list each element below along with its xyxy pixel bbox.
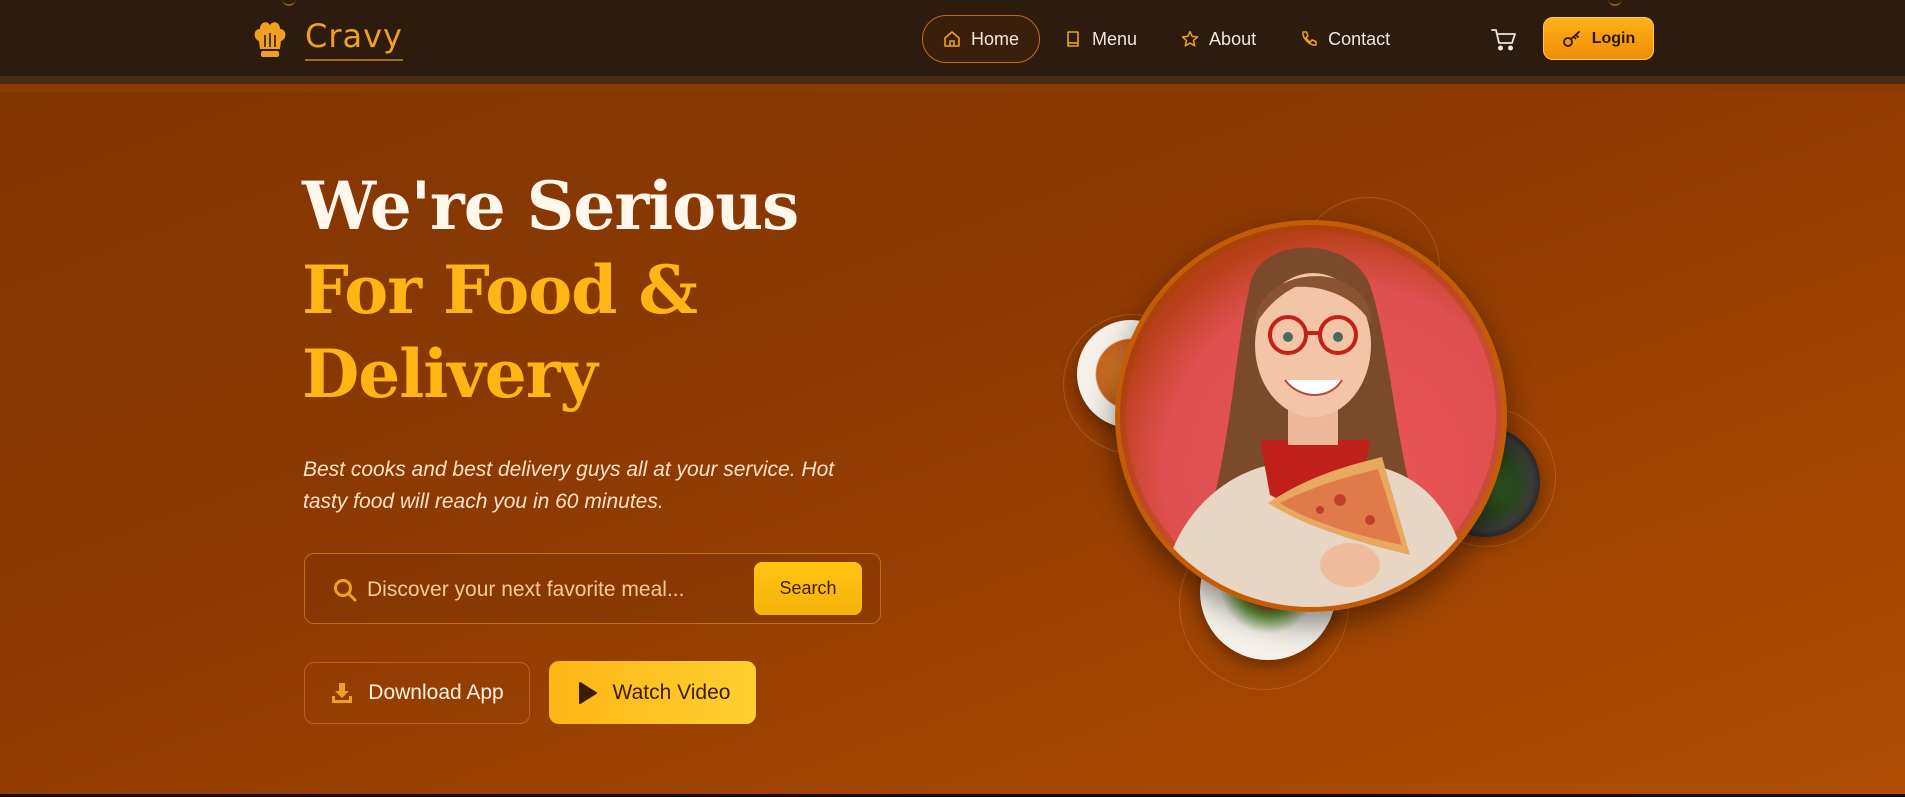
brand-name: Cravy — [305, 17, 403, 61]
nav-item-about[interactable]: About — [1161, 15, 1276, 63]
headline-line-2: For Food & — [302, 251, 698, 329]
headline-line-1: We're Serious — [302, 167, 799, 245]
nav-item-label: Home — [971, 28, 1020, 49]
download-app-button[interactable]: Download App — [304, 662, 530, 724]
play-icon — [578, 681, 597, 704]
nav-links: Home Menu About Contact — [922, 15, 1414, 63]
nav-item-contact[interactable]: Contact — [1280, 15, 1410, 63]
key-icon — [1562, 30, 1580, 47]
headline-line-3: Delivery — [302, 335, 598, 413]
nav-item-home[interactable]: Home — [922, 15, 1041, 63]
hero-section: We're Serious For Food & Delivery Best c… — [0, 92, 1905, 797]
watch-video-button[interactable]: Watch Video — [549, 661, 756, 724]
hero-subtext: Best cooks and best delivery guys all at… — [303, 458, 835, 513]
search-icon — [334, 579, 357, 602]
nav-item-label: Contact — [1328, 28, 1391, 49]
woman-eating-pizza-illustration — [1160, 247, 1470, 607]
book-icon — [1067, 31, 1079, 47]
nav-item-menu[interactable]: Menu — [1044, 15, 1157, 63]
hero-headline: We're Serious For Food & Delivery — [302, 164, 799, 416]
chef-hat-icon — [254, 22, 286, 57]
nav-item-label: About — [1209, 28, 1257, 49]
hero-photo — [1115, 220, 1507, 612]
phone-icon — [1302, 31, 1317, 46]
download-icon — [332, 683, 353, 703]
brand-logo[interactable]: Cravy — [253, 17, 403, 61]
top-navbar: Cravy Home Menu About Contact Login — [0, 0, 1905, 84]
nav-decoration — [1608, 0, 1622, 6]
search-button[interactable]: Search — [754, 562, 862, 615]
cart-icon[interactable] — [1490, 26, 1518, 54]
nav-item-label: Menu — [1092, 28, 1138, 49]
download-app-label: Download App — [368, 681, 504, 704]
login-button[interactable]: Login — [1543, 17, 1654, 60]
search-bar: Search — [304, 553, 881, 624]
login-label: Login — [1591, 29, 1636, 47]
star-icon — [1181, 30, 1199, 47]
nav-decoration — [282, 0, 296, 6]
search-input[interactable] — [367, 572, 747, 608]
home-icon — [944, 31, 960, 47]
watch-video-label: Watch Video — [612, 680, 731, 704]
